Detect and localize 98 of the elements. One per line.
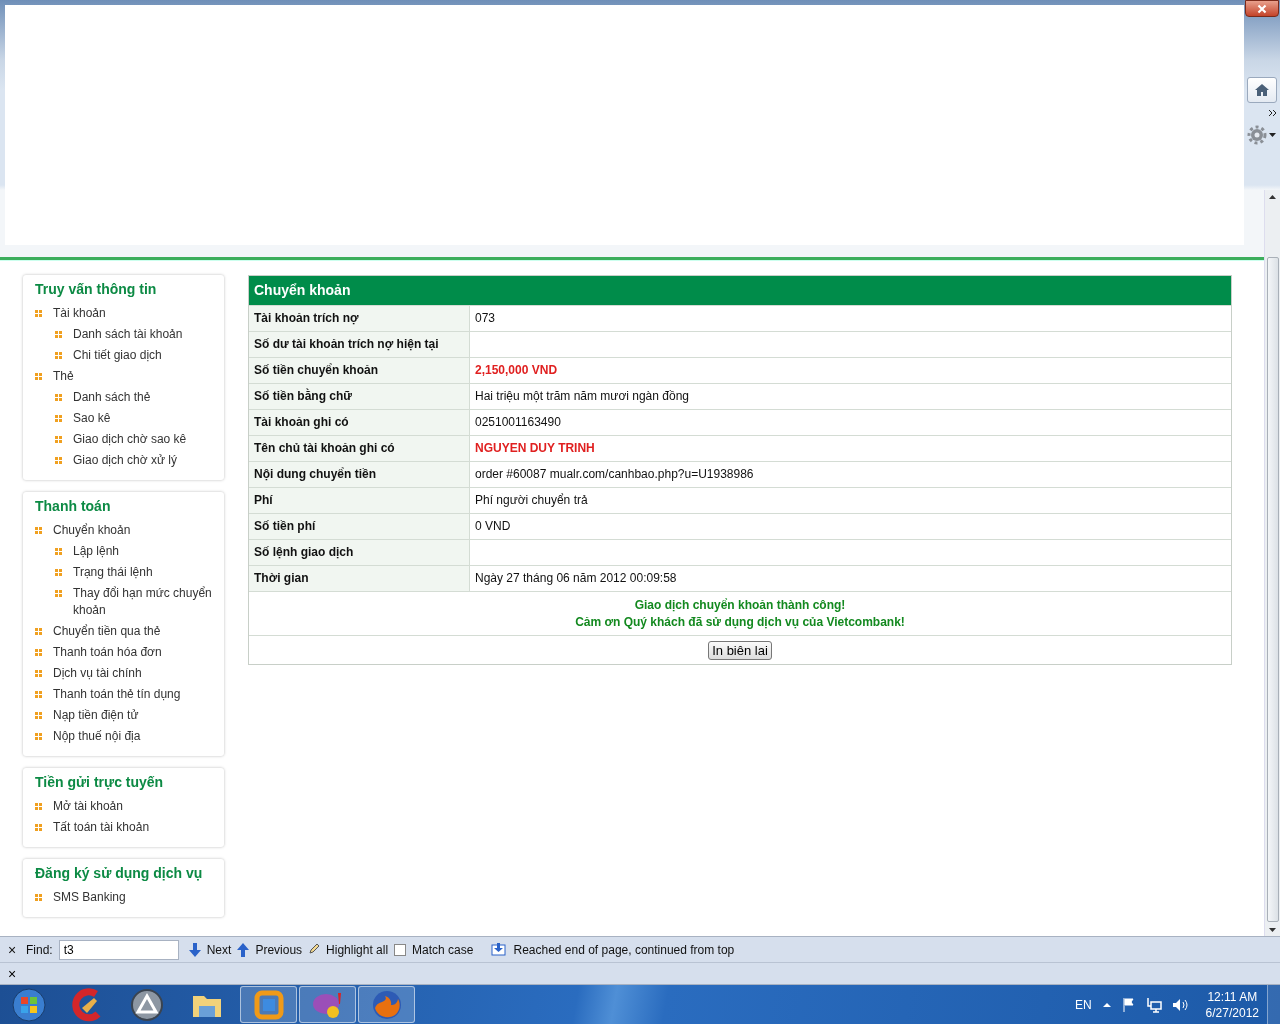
menu-link[interactable]: Nộp thuế nội địa — [53, 727, 141, 745]
menu-link[interactable]: Chuyển tiền qua thẻ — [53, 622, 161, 640]
field-value: 0 VND — [474, 518, 512, 536]
field-value: 0251001163490 — [474, 414, 562, 432]
field-label: Tên chủ tài khoản ghi có — [249, 435, 470, 461]
bullet-icon — [35, 893, 42, 901]
speaker-icon[interactable] — [1171, 997, 1188, 1012]
bullet-icon — [55, 547, 62, 555]
bullet-icon — [35, 732, 42, 740]
menu-link[interactable]: Danh sách tài khoản — [73, 325, 183, 343]
field-value: order #60087 mualr.com/canhbao.php?u=U1938986 — [474, 466, 755, 484]
bullet-icon — [55, 414, 62, 422]
wrap-icon — [491, 943, 508, 957]
field-label: Thời gian — [249, 565, 470, 591]
bullet-icon — [55, 456, 62, 464]
field-label: Số tiền bằng chữ — [249, 383, 470, 409]
highlight-all-link[interactable]: Highlight all — [326, 942, 389, 957]
bullet-icon — [55, 589, 62, 597]
menu-link[interactable]: Nạp tiền điện tử — [53, 706, 139, 724]
home-icon — [1254, 83, 1270, 97]
field-label: Tài khoản trích nợ — [249, 305, 470, 331]
bullet-icon — [35, 372, 42, 380]
pen-icon — [308, 943, 321, 957]
close-button[interactable]: × — [8, 941, 20, 958]
bullet-icon — [55, 330, 62, 338]
close-icon[interactable] — [1245, 0, 1279, 17]
field-label: Số lệnh giao dịch — [249, 539, 470, 565]
field-label: Số tiền phí — [249, 513, 470, 539]
field-value: Ngày 27 tháng 06 năm 2012 00:09:58 — [474, 570, 678, 588]
field-value: Hai triệu một trăm năm mươi ngàn đồng — [474, 388, 690, 406]
panel-header: Chuyển khoản — [249, 275, 1231, 305]
print-receipt-button[interactable]: In biên lai — [708, 640, 772, 660]
menu-link[interactable]: Chuyển khoản — [53, 521, 131, 539]
menu-link[interactable]: Chi tiết giao dịch — [73, 346, 162, 364]
clock-date[interactable]: 6/27/2012 — [1205, 1004, 1259, 1021]
menu-link[interactable]: Giao dịch chờ sao kê — [73, 430, 187, 448]
menu-link[interactable]: Thẻ — [53, 367, 74, 385]
menu-link[interactable]: Mở tài khoản — [53, 797, 123, 815]
menu-link[interactable]: SMS Banking — [53, 888, 126, 906]
bullet-icon — [35, 690, 42, 698]
scrollbar-thumb[interactable] — [1267, 256, 1279, 923]
menu-link[interactable]: Thanh toán thẻ tín dụng — [53, 685, 181, 703]
up-arrow-icon[interactable] — [1101, 1001, 1112, 1008]
previous-link[interactable]: Previous — [255, 942, 303, 957]
field-label: Số tiền chuyển khoản — [249, 357, 470, 383]
bullet-icon — [35, 526, 42, 534]
menu-link[interactable]: Danh sách thẻ — [73, 388, 151, 406]
menu-link[interactable]: Thanh toán hóa đơn — [53, 643, 162, 661]
menu-link[interactable]: Dịch vụ tài chính — [53, 664, 142, 682]
menu-link[interactable]: Giao dịch chờ xử lý — [73, 451, 177, 469]
menu-heading: Tiền gửi trực tuyến — [35, 773, 165, 790]
bullet-icon — [35, 669, 42, 677]
bullet-icon — [55, 568, 62, 576]
menu-link[interactable]: Thay đổi hạn mức chuyển khoản — [73, 584, 214, 619]
match-case-label: Match case — [412, 942, 474, 957]
bullet-icon — [55, 393, 62, 401]
language-indicator[interactable]: EN — [1074, 997, 1092, 1012]
field-value: 073 — [474, 310, 497, 328]
menu-link[interactable]: Sao kê — [73, 409, 111, 427]
home-button[interactable] — [1247, 77, 1277, 103]
field-value: 2,150,000 VND — [474, 362, 559, 380]
field-value: Phí người chuyển trả — [474, 492, 589, 510]
field-label: Nội dung chuyển tiền — [249, 461, 470, 487]
find-field[interactable]: t3 — [58, 939, 179, 960]
chevron-icon[interactable] — [1268, 109, 1277, 117]
start-button[interactable] — [12, 987, 46, 1022]
next-link[interactable]: Next — [206, 942, 232, 957]
menu-link[interactable]: Tất toán tài khoản — [53, 818, 150, 836]
menu-link[interactable]: Trạng thái lệnh — [73, 563, 153, 581]
bullet-icon — [35, 627, 42, 635]
menu-heading: Truy vấn thông tin — [35, 280, 158, 297]
find-label: Find: — [26, 942, 53, 957]
bullet-icon — [35, 802, 42, 810]
menu-link[interactable]: Tài khoản — [53, 304, 106, 322]
bullet-icon — [35, 309, 42, 317]
field-value: NGUYEN DUY TRINH — [474, 440, 596, 458]
network-icon[interactable] — [1145, 996, 1162, 1013]
settings-icon[interactable] — [1247, 125, 1277, 145]
menu-link[interactable]: Lập lệnh — [73, 542, 120, 560]
field-label: Phí — [249, 487, 470, 513]
bullet-icon — [55, 351, 62, 359]
success-message: Cảm ơn Quý khách đã sử dụng dịch vụ của Vietcombank! — [574, 613, 906, 631]
flag-icon[interactable] — [1121, 996, 1136, 1013]
success-message: Giao dịch chuyển khoản thành công! — [633, 596, 847, 614]
menu-heading: Đăng ký sử dụng dịch vụ — [35, 864, 204, 881]
field-label: Tài khoản ghi có — [249, 409, 470, 435]
find-status: Reached end of page, continued from top — [513, 942, 735, 957]
field-label: Số dư tài khoản trích nợ hiện tại — [249, 331, 470, 357]
down-arrow-icon — [188, 942, 201, 957]
menu-heading: Thanh toán — [35, 497, 112, 514]
bullet-icon — [55, 435, 62, 443]
bullet-icon — [35, 711, 42, 719]
up-arrow-icon — [237, 942, 250, 957]
close-button[interactable]: × — [8, 965, 17, 982]
bullet-icon — [35, 648, 42, 656]
bullet-icon — [35, 823, 42, 831]
match-case-checkbox[interactable] — [394, 943, 407, 956]
clock-time[interactable]: 12:11 AM — [1205, 988, 1259, 1005]
